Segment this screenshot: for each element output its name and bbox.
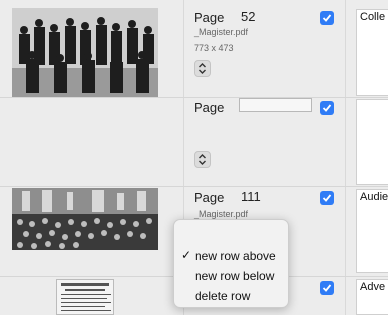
menu-item-label: new row above (195, 249, 276, 263)
stepper-icon[interactable] (194, 60, 211, 77)
photo-thumbnail[interactable] (12, 188, 158, 250)
menu-item-new-row-above[interactable]: ✓ new row above (174, 246, 290, 266)
checkmark-icon (322, 194, 332, 202)
checkmark-icon (322, 284, 332, 292)
caption-text-cell[interactable]: Adve (356, 279, 388, 315)
page-number[interactable]: 52 (241, 9, 255, 24)
row-divider (0, 186, 388, 187)
caption-text-cell[interactable]: Audie (356, 189, 388, 273)
page-label: Page (194, 190, 225, 205)
caption-text: Adve (360, 281, 386, 293)
checkmark-icon (322, 14, 332, 22)
menu-item-label: delete row (195, 289, 251, 303)
checkmark-icon (322, 104, 332, 112)
caption-text-cell[interactable] (356, 99, 388, 185)
page-number-input[interactable] (239, 98, 312, 112)
include-checkbox[interactable] (320, 281, 334, 295)
page-label: Page (194, 100, 225, 115)
page-label: Page (194, 10, 225, 25)
page-number[interactable]: 111 (241, 189, 261, 204)
caption-text-cell[interactable]: Colle (356, 9, 388, 96)
newspaper-thumbnail[interactable] (56, 279, 114, 315)
stepper-icon[interactable] (194, 151, 211, 168)
include-checkbox[interactable] (320, 191, 334, 205)
include-checkbox[interactable] (320, 101, 334, 115)
dimensions: 773 x 473 (194, 43, 234, 53)
checkmark-icon: ✓ (181, 248, 192, 262)
menu-item-delete-row[interactable]: delete row (174, 286, 290, 306)
context-menu: ✓ new row above new row below delete row (173, 219, 289, 308)
caption-text: Audie (360, 191, 388, 203)
menu-item-new-row-below[interactable]: new row below (174, 266, 290, 286)
caption-text: Colle (360, 11, 386, 23)
filename: _Magister.pdf (194, 209, 249, 219)
photo-thumbnail[interactable] (12, 8, 158, 97)
column-divider (345, 0, 346, 315)
include-checkbox[interactable] (320, 11, 334, 25)
filename: _Magister.pdf (194, 27, 249, 37)
menu-item-label: new row below (195, 269, 275, 283)
row-divider (0, 97, 388, 98)
